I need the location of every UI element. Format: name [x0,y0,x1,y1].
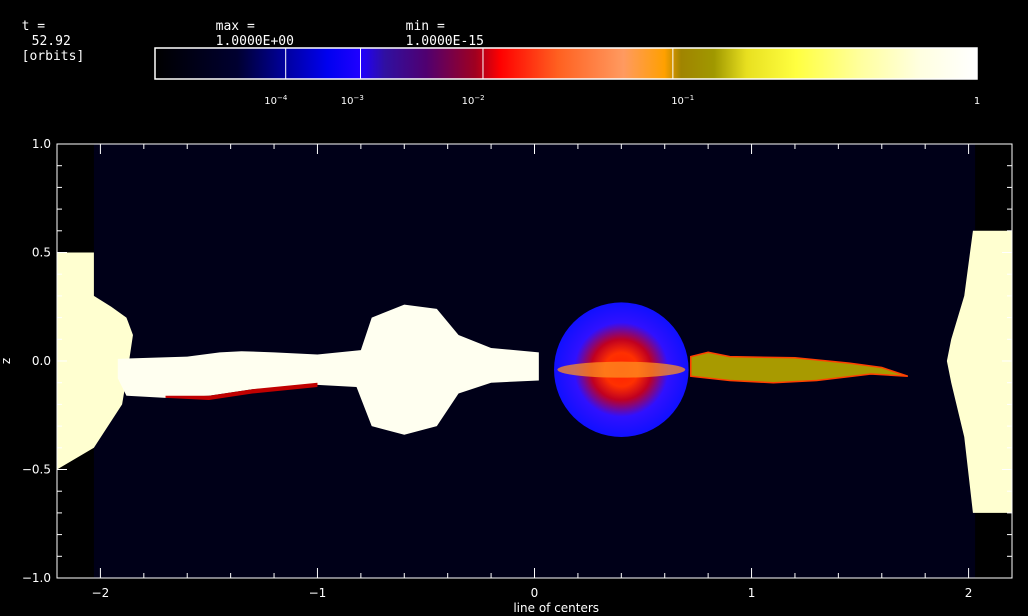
y-tick-label: 0.5 [32,246,51,260]
colorbar: 10−4 10−3 10−2 10−1 1 [154,47,980,107]
y-axis-label: z [0,358,13,364]
x-tick-label: 0 [531,586,539,600]
colorbar-tick-label: 10−1 [671,94,694,107]
plot-area: −1.0 −0.5 0.0 0.5 1.0 −2 −1 0 1 2 line of centers z [0,137,1013,615]
y-tick-label: 0.0 [32,354,51,368]
x-tick-label: −1 [309,586,327,600]
y-tick-label: 1.0 [32,137,51,151]
sphere-midplane-band [557,361,686,378]
colorbar-gradient [155,48,977,79]
x-axis-label: line of centers [513,601,599,615]
density-figure: 10−4 10−3 10−2 10−1 1 −1.0 −0.5 0.0 0.5 1.0 −2 −1 0… [0,47,1013,615]
colorbar-tick-label: 1 [974,96,980,107]
x-tick-label: 2 [965,586,973,600]
colorbar-tick-label: 10−2 [462,94,485,107]
x-tick-label: 1 [748,586,756,600]
y-tick-label: −1.0 [22,571,51,585]
x-tick-label: −2 [92,586,110,600]
y-tick-label: −0.5 [22,463,51,477]
colorbar-tick-label: 10−4 [264,94,288,107]
colorbar-tick-label: 10−3 [341,94,364,107]
